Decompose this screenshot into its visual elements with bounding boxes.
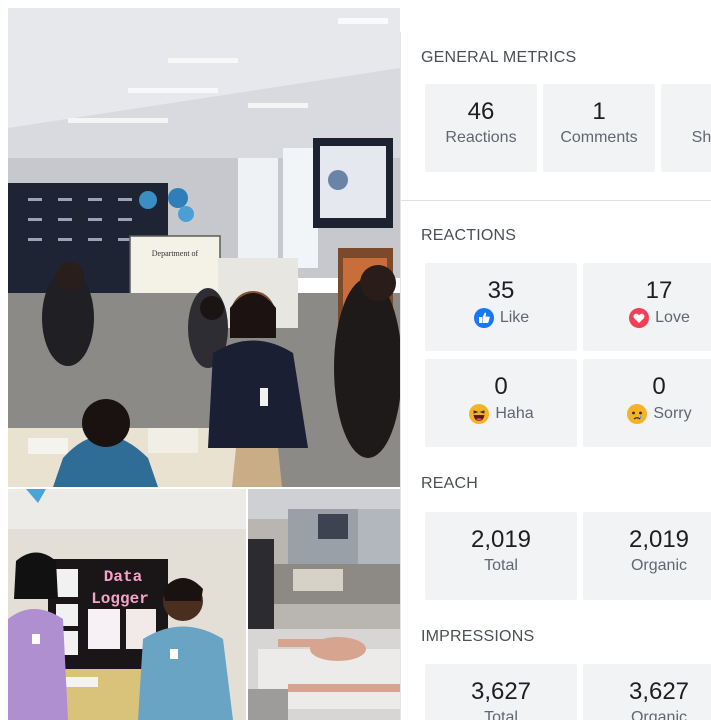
- shares-count: 5: [661, 98, 711, 126]
- poster-title-logger: Logger: [91, 590, 149, 608]
- photo-career-fair-hall[interactable]: Department of: [8, 8, 400, 487]
- reaction-card-haha: 0 Haha: [425, 359, 577, 447]
- reach-heading: REACH: [421, 475, 479, 492]
- reactions-heading: REACTIONS: [421, 227, 517, 244]
- comments-label: Comments: [560, 129, 638, 146]
- like-count: 35: [487, 277, 515, 304]
- poster-title-data: Data: [104, 568, 143, 586]
- haha-label: Haha: [495, 405, 534, 422]
- simulation-lab-image: [248, 489, 400, 720]
- shares-label: Shares: [691, 129, 711, 146]
- data-logger-poster-image: Data Logger: [8, 489, 246, 720]
- section-divider: [401, 200, 711, 201]
- impressions-card-organic: 3,627 Organic: [583, 664, 711, 720]
- like-label: Like: [499, 309, 530, 326]
- love-label: Love: [655, 309, 690, 326]
- sorry-count: 0: [652, 373, 666, 400]
- department-sign-text: Department of: [152, 249, 199, 258]
- metric-card-reactions: 46 Reactions: [425, 84, 537, 172]
- reach-card-organic: 2,019 Organic: [583, 512, 711, 600]
- photo-data-logger-poster[interactable]: Data Logger: [8, 489, 246, 720]
- general-metrics-heading: GENERAL METRICS: [421, 49, 577, 66]
- haha-icon: [469, 404, 490, 424]
- reaction-card-like: 35 Like: [425, 263, 577, 351]
- love-count: 17: [645, 277, 673, 304]
- impressions-total-value: 3,627: [470, 678, 532, 705]
- reach-total-label: Total: [484, 557, 518, 574]
- reactions-label: Reactions: [445, 129, 517, 146]
- sorry-icon: [627, 404, 648, 424]
- impressions-organic-value: 3,627: [628, 678, 690, 705]
- like-icon: [473, 308, 494, 328]
- reach-organic-label: Organic: [630, 557, 688, 574]
- love-icon: [629, 308, 650, 328]
- career-fair-hall-image: Department of: [8, 8, 400, 487]
- sorry-label: Sorry: [653, 405, 692, 422]
- reaction-card-sorry: 0 Sorry: [583, 359, 711, 447]
- impressions-organic-label: Organic: [630, 709, 688, 720]
- reaction-card-love: 17 Love: [583, 263, 711, 351]
- photo-collage: Department of Data Logger: [0, 0, 400, 720]
- impressions-heading: IMPRESSIONS: [421, 628, 535, 645]
- impressions-total-label: Total: [484, 709, 518, 720]
- reactions-count: 46: [467, 98, 495, 125]
- reach-card-total: 2,019 Total: [425, 512, 577, 600]
- comments-count: 1: [592, 98, 606, 125]
- photo-simulation-lab[interactable]: [248, 489, 400, 720]
- impressions-card-total: 3,627 Total: [425, 664, 577, 720]
- metric-card-comments: 1 Comments: [543, 84, 655, 172]
- haha-count: 0: [494, 373, 508, 400]
- reach-organic-value: 2,019: [628, 526, 690, 553]
- reach-total-value: 2,019: [470, 526, 532, 553]
- metric-card-shares: 5 Shares: [661, 84, 711, 172]
- metrics-panel: GENERAL METRICS 46 Reactions 1 Comments …: [400, 32, 711, 720]
